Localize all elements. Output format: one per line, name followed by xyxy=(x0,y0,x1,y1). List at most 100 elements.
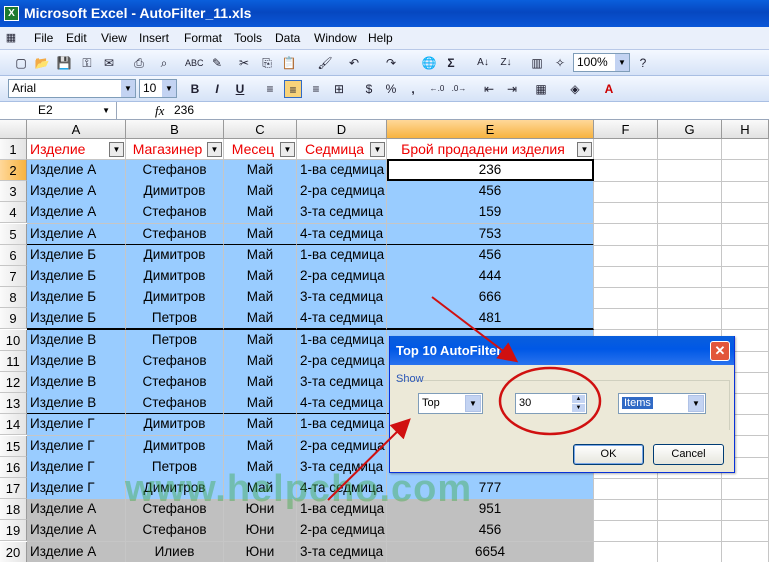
cell-store[interactable]: Димитров xyxy=(126,435,224,458)
cell-store[interactable]: Илиев xyxy=(126,541,224,562)
cell-product[interactable]: Изделие Б xyxy=(27,266,126,288)
select-all-corner[interactable] xyxy=(0,120,27,139)
cell-quantity[interactable]: 456 xyxy=(387,520,594,543)
cell-week[interactable]: 2-ра седмица xyxy=(297,520,387,543)
email-icon[interactable]: ✉ xyxy=(100,54,118,72)
comma-button[interactable]: , xyxy=(404,80,422,98)
cell[interactable] xyxy=(658,244,722,267)
cell-month[interactable]: Май xyxy=(224,287,297,310)
chevron-down-icon[interactable]: ▼ xyxy=(162,80,176,97)
cell[interactable] xyxy=(722,139,769,160)
cell-quantity[interactable]: 753 xyxy=(387,223,594,246)
cell-week[interactable]: 1-ва седмица xyxy=(297,160,387,182)
row-header-4[interactable]: 4 xyxy=(0,202,27,224)
cell-product[interactable]: Изделие Г xyxy=(27,456,126,479)
row-header-9[interactable]: 9 xyxy=(0,308,27,330)
chevron-down-icon[interactable]: ▼ xyxy=(688,395,704,412)
cell-month[interactable]: Май xyxy=(224,244,297,267)
cell-month[interactable]: Май xyxy=(224,160,297,182)
cell[interactable] xyxy=(722,244,769,267)
chevron-down-icon[interactable]: ▼ xyxy=(121,80,135,97)
copy-icon[interactable]: ⎘ xyxy=(258,54,276,72)
cell-month[interactable]: Май xyxy=(224,372,297,394)
menu-view[interactable]: View xyxy=(101,31,127,45)
cell-quantity[interactable]: 481 xyxy=(387,308,594,331)
menu-window[interactable]: Window xyxy=(314,31,357,45)
cell-product[interactable]: Изделие А xyxy=(27,541,126,562)
dialog-title-bar[interactable]: Top 10 AutoFilter ✕ xyxy=(390,336,734,365)
cell[interactable] xyxy=(594,244,658,267)
borders-icon[interactable]: ▦ xyxy=(532,80,550,98)
cell-quantity[interactable]: 159 xyxy=(387,202,594,225)
format-painter-icon[interactable]: 🖌 xyxy=(316,54,334,72)
merge-center-icon[interactable]: ⊞ xyxy=(330,80,348,98)
redo-icon[interactable]: ↷ xyxy=(382,54,400,72)
cell[interactable] xyxy=(594,287,658,310)
row-header-19[interactable]: 19 xyxy=(0,520,27,542)
zoom-select[interactable]: 100% ▼ xyxy=(573,53,630,72)
cell[interactable] xyxy=(594,160,658,182)
cell-store[interactable]: Стефанов xyxy=(126,202,224,225)
autofilter-dropdown-week[interactable]: ▼ xyxy=(370,142,385,157)
autosum-icon[interactable]: Σ xyxy=(442,54,460,72)
sort-ascending-icon[interactable]: A↓ xyxy=(474,54,492,72)
cell[interactable] xyxy=(594,520,658,543)
open-icon[interactable]: 📂 xyxy=(33,54,51,72)
sort-descending-icon[interactable]: Z↓ xyxy=(497,54,515,72)
cell[interactable] xyxy=(594,223,658,246)
close-icon[interactable]: ✕ xyxy=(710,341,730,361)
cell[interactable] xyxy=(594,266,658,288)
ok-button[interactable]: OK xyxy=(573,444,644,465)
cell-week[interactable]: 1-ва седмица xyxy=(297,329,387,352)
new-icon[interactable]: ▢ xyxy=(12,54,30,72)
cancel-button[interactable]: Cancel xyxy=(653,444,724,465)
cell[interactable] xyxy=(722,160,769,182)
cell-quantity[interactable]: 666 xyxy=(387,287,594,310)
column-header-c[interactable]: C xyxy=(224,120,297,139)
chevron-down-icon[interactable]: ▼ xyxy=(465,395,481,412)
cell-product[interactable]: Изделие Г xyxy=(27,478,126,500)
row-header-11[interactable]: 11 xyxy=(0,350,27,372)
cell-product[interactable]: Изделие Б xyxy=(27,308,126,331)
cell[interactable] xyxy=(658,202,722,225)
cell[interactable] xyxy=(722,202,769,225)
autofilter-dropdown-product[interactable]: ▼ xyxy=(109,142,124,157)
menu-edit[interactable]: Edit xyxy=(66,31,87,45)
cell-store[interactable]: Стефанов xyxy=(126,372,224,394)
cell-week[interactable]: 3-та седмица xyxy=(297,541,387,562)
permission-icon[interactable]: ⚿ xyxy=(78,54,96,72)
insert-function-icon[interactable]: fx xyxy=(155,103,164,119)
cell-product[interactable]: Изделие В xyxy=(27,350,126,373)
cell[interactable] xyxy=(722,287,769,310)
column-header-d[interactable]: D xyxy=(297,120,387,139)
cell-product[interactable]: Изделие В xyxy=(27,393,126,416)
cell-week[interactable]: 3-та седмица xyxy=(297,202,387,225)
row-header-10[interactable]: 10 xyxy=(0,329,27,351)
menu-file[interactable]: File xyxy=(34,31,53,45)
cell-quantity[interactable]: 456 xyxy=(387,244,594,267)
count-spinner[interactable]: 30 ▲ ▼ xyxy=(515,393,587,414)
cut-icon[interactable]: ✂ xyxy=(235,54,253,72)
cell[interactable] xyxy=(658,223,722,246)
row-header-20[interactable]: 20 xyxy=(0,541,27,562)
bold-button[interactable]: B xyxy=(186,80,204,98)
decrease-decimal-icon[interactable]: .0→ xyxy=(450,80,468,98)
cell-store[interactable]: Стефанов xyxy=(126,520,224,543)
chevron-down-icon[interactable]: ▼ xyxy=(102,102,110,119)
cell[interactable] xyxy=(658,520,722,543)
row-header-5[interactable]: 5 xyxy=(0,223,27,245)
menu-tools[interactable]: Tools xyxy=(234,31,262,45)
cell-week[interactable]: 4-та седмица xyxy=(297,223,387,246)
cell-store[interactable]: Димитров xyxy=(126,287,224,310)
row-header-18[interactable]: 18 xyxy=(0,499,27,521)
print-icon[interactable]: ⎙ xyxy=(130,54,148,72)
cell-quantity[interactable]: 6654 xyxy=(387,541,594,562)
cell-store[interactable]: Димитров xyxy=(126,244,224,267)
hyperlink-icon[interactable]: 🌐 xyxy=(420,54,438,72)
cell-week[interactable]: 2-ра седмица xyxy=(297,350,387,373)
cell[interactable] xyxy=(722,223,769,246)
cell[interactable] xyxy=(594,541,658,562)
cell-quantity[interactable]: 456 xyxy=(387,181,594,204)
cell[interactable] xyxy=(722,181,769,204)
italic-button[interactable]: I xyxy=(208,80,226,98)
